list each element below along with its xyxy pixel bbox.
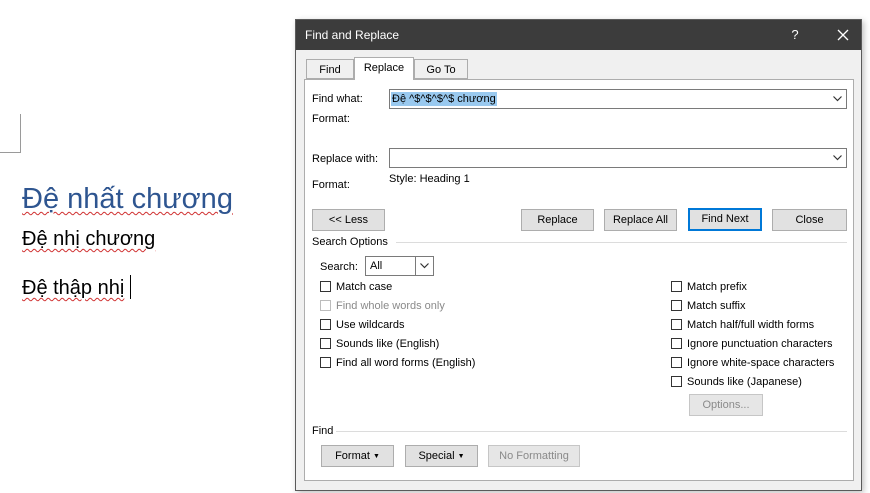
checkbox-box [320,300,331,311]
checkbox-box[interactable] [671,319,682,330]
tab-replace[interactable]: Replace [354,57,414,80]
checkbox-box[interactable] [671,281,682,292]
checkbox-box[interactable] [671,338,682,349]
sounds-like-english-checkbox[interactable]: Sounds like (English) [320,338,439,352]
tab-goto[interactable]: Go To [414,59,468,79]
checkbox-box[interactable] [320,357,331,368]
format-menu-button[interactable]: Format ▼ [321,445,394,467]
page-corner-marker [0,114,21,153]
document-line-2[interactable]: Đệ nhị chương [22,228,155,251]
find-what-dropdown-button[interactable] [829,90,846,108]
replace-panel [304,79,854,481]
find-section-label: Find [312,425,334,437]
dialog-title: Find and Replace [305,28,400,42]
dropdown-arrow-icon: ▼ [372,453,380,460]
checkbox-box[interactable] [320,338,331,349]
checkbox-box[interactable] [671,357,682,368]
document-line-3[interactable]: Đệ thập nhị [22,275,132,300]
search-options-divider [396,242,847,243]
close-button[interactable]: Close [772,209,847,231]
less-button[interactable]: << Less [312,209,385,231]
search-direction-value: All [370,260,383,272]
find-section-divider [336,431,847,432]
whole-words-checkbox: Find whole words only [320,300,445,314]
search-direction-select[interactable]: All [365,256,434,276]
chevron-down-icon [833,155,842,161]
search-options-label: Search Options [312,236,388,248]
match-prefix-checkbox[interactable]: Match prefix [671,281,747,295]
chevron-down-icon [833,96,842,102]
sounds-like-japanese-checkbox[interactable]: Sounds like (Japanese) [671,376,802,390]
help-button[interactable]: ? [780,20,810,50]
replace-with-label: Replace with: [312,153,379,165]
checkbox-box[interactable] [320,319,331,330]
find-what-value[interactable]: Đệ ^$^$^$^$ chương [391,92,497,106]
find-what-label: Find what: [312,93,363,105]
find-format-label: Format: [312,113,350,125]
dropdown-arrow-icon: ▼ [457,453,465,460]
replace-format-value: Style: Heading 1 [389,173,470,185]
ignore-whitespace-checkbox[interactable]: Ignore white-space characters [671,357,834,371]
close-icon[interactable] [824,20,862,50]
replace-with-combobox[interactable] [389,148,847,168]
half-full-width-checkbox[interactable]: Match half/full width forms [671,319,814,333]
document-heading[interactable]: Đệ nhất chương [22,183,233,216]
options-button: Options... [689,394,763,416]
checkbox-box[interactable] [671,300,682,311]
match-case-checkbox[interactable]: Match case [320,281,392,295]
ignore-punctuation-checkbox[interactable]: Ignore punctuation characters [671,338,833,352]
all-word-forms-checkbox[interactable]: Find all word forms (English) [320,357,475,371]
replace-with-dropdown-button[interactable] [829,149,846,167]
chevron-down-icon [420,263,429,269]
special-menu-button[interactable]: Special ▼ [405,445,478,467]
find-next-button[interactable]: Find Next [688,208,762,231]
checkbox-box[interactable] [320,281,331,292]
find-what-combobox[interactable]: Đệ ^$^$^$^$ chương [389,89,847,109]
text-cursor [130,275,132,299]
search-direction-label: Search: [320,261,358,273]
replace-format-label: Format: [312,179,350,191]
no-formatting-button: No Formatting [488,445,580,467]
replace-all-button[interactable]: Replace All [604,209,677,231]
find-replace-dialog: Find and Replace ? Find Replace Go To Fi… [295,19,862,491]
match-suffix-checkbox[interactable]: Match suffix [671,300,746,314]
search-direction-dropdown-button[interactable] [415,257,433,275]
dialog-titlebar[interactable]: Find and Replace ? [296,20,861,50]
replace-button[interactable]: Replace [521,209,594,231]
tab-find[interactable]: Find [306,59,354,79]
use-wildcards-checkbox[interactable]: Use wildcards [320,319,404,333]
checkbox-box[interactable] [671,376,682,387]
